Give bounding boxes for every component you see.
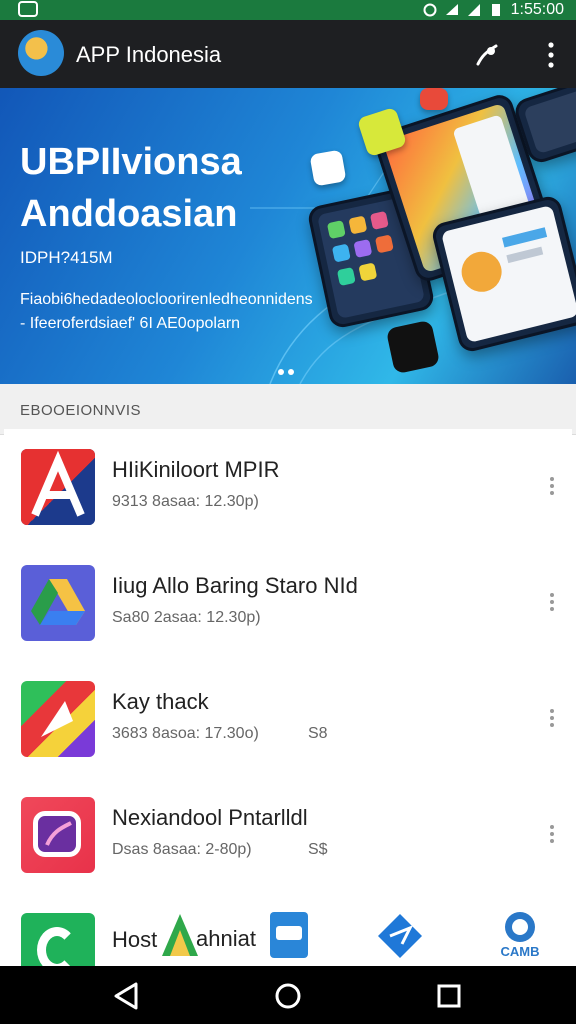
section-label: EBOOEIONNVIS	[20, 402, 142, 419]
recents-icon[interactable]	[432, 979, 466, 1013]
status-bar: 1:55:00	[0, 0, 576, 20]
app-meta: 9313 8asaa: 12.30p)	[112, 493, 259, 510]
app-name: Nexiandool Pntarlldl	[112, 805, 308, 830]
promo-banner[interactable]: UBPIIvionsa Anddoasian IDPH?415M Fiaobi6…	[0, 88, 576, 384]
share-icon[interactable]	[474, 42, 500, 68]
app-bar: APP Indonesia	[0, 20, 576, 88]
floating-app-icon-green-triangle[interactable]	[160, 912, 200, 958]
back-icon[interactable]	[110, 979, 144, 1013]
more-vert-icon[interactable]	[550, 709, 554, 727]
list-item[interactable]: Kay thack 3683 8asoa: 17.30o) S8	[4, 661, 572, 778]
more-vert-icon[interactable]	[548, 42, 554, 68]
app-name: HIiKiniloort MPIR	[112, 457, 280, 482]
wifi-icon	[445, 4, 458, 15]
navigation-bar	[0, 966, 576, 1024]
app-price: S8	[308, 725, 328, 742]
banner-floating-app-icon	[309, 149, 347, 187]
list-item[interactable]: Iiug Allo Baring Staro NId Sa80 2asaa: 1…	[4, 545, 572, 662]
more-vert-icon[interactable]	[550, 825, 554, 843]
banner-subtitle: IDPH?415M	[20, 248, 113, 267]
banner-floating-app-icon	[385, 319, 441, 375]
app-meta: Sa80 2asaa: 12.30p)	[112, 609, 261, 626]
floating-app-icon-blue-box[interactable]	[270, 912, 308, 958]
banner-title-line-2: Anddoasian	[20, 193, 238, 235]
carousel-dots[interactable]	[278, 362, 298, 380]
app-meta: 3683 8asoa: 17.30o)	[112, 725, 259, 742]
section-header: EBOOEIONNVIS	[0, 384, 576, 435]
status-time: 1:55:00	[510, 1, 564, 18]
partial-text: ahniat	[196, 926, 256, 951]
banner-description-line-2: - Ifeeroferdsiaef' 6I AE0opolarn	[20, 315, 241, 332]
app-icon-drive	[21, 565, 95, 641]
cams-label: CAMB	[500, 944, 540, 959]
list-item[interactable]: HIiKiniloort MPIR 9313 8asaa: 12.30p)	[4, 429, 572, 546]
app-logo-icon[interactable]	[18, 30, 64, 76]
status-icons: 1:55:00	[423, 0, 564, 20]
app-name: Kay thack	[112, 689, 209, 714]
app-icon-camera-purple	[21, 797, 95, 873]
banner-title-line-1: UBPIIvionsa	[20, 141, 242, 183]
app-meta: Dsas 8asaa: 2-80p)	[112, 841, 252, 858]
more-vert-icon[interactable]	[550, 593, 554, 611]
app-name: Host	[112, 927, 158, 952]
app-icon-red-a	[21, 449, 95, 525]
floating-app-icon-cams[interactable]: CAMB	[494, 910, 546, 960]
home-icon[interactable]	[271, 979, 305, 1013]
app-title: APP Indonesia	[76, 42, 222, 67]
more-vert-icon[interactable]	[550, 477, 554, 495]
list-item[interactable]: Nexiandool Pntarlldl Dsas 8asaa: 2-80p) …	[4, 777, 572, 894]
app-price: S$	[308, 841, 328, 858]
banner-floating-app-icon	[420, 88, 448, 110]
banner-description-line-1: Fiaobi6hedadeolocloorirenledheonnidens	[20, 291, 313, 308]
alarm-icon	[423, 3, 437, 17]
floating-app-icon-blue-diamond[interactable]	[376, 912, 424, 960]
app-notification-icon	[18, 1, 38, 17]
app-icon-colorful	[21, 681, 95, 757]
signal-icon	[467, 4, 480, 16]
battery-icon	[491, 4, 500, 16]
app-name: Iiug Allo Baring Staro NId	[112, 573, 358, 598]
